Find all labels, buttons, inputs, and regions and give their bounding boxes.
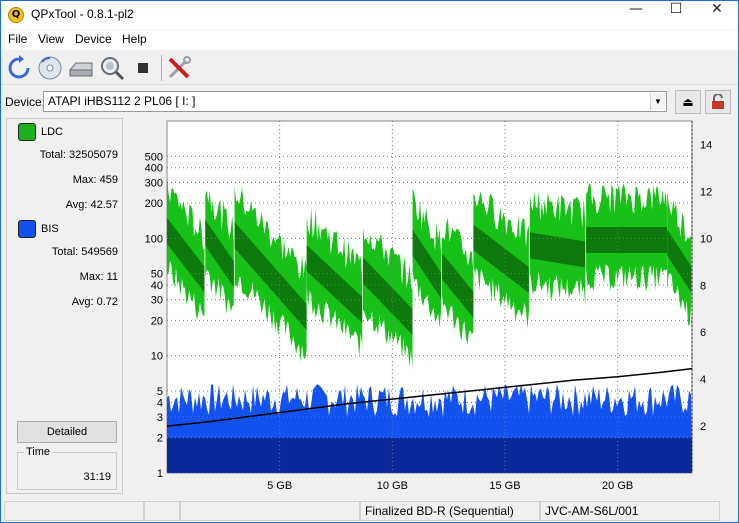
lock-button[interactable] bbox=[705, 90, 731, 114]
ldc-legend-label: LDC bbox=[41, 126, 64, 138]
status-cell-3 bbox=[180, 501, 360, 521]
settings-tools-icon[interactable] bbox=[165, 54, 193, 82]
time-value: 31:19 bbox=[83, 471, 111, 483]
bis-avg: Avg: 0.72 bbox=[72, 296, 118, 308]
bis-color-swatch bbox=[18, 220, 36, 238]
stats-panel: LDC Total: 32505079 Max: 459 Avg: 42.57 … bbox=[6, 118, 123, 494]
menu-view[interactable]: View bbox=[38, 32, 64, 46]
right-axis-tick-label: 10 bbox=[700, 233, 712, 245]
x-axis-tick-label: 15 GB bbox=[489, 480, 520, 492]
right-axis-tick-label: 6 bbox=[700, 327, 706, 339]
bis-total: Total: 549569 bbox=[52, 246, 118, 258]
ldc-max-label: Max: bbox=[72, 174, 97, 186]
left-axis-tick-label: 3 bbox=[157, 412, 163, 424]
status-disc-type: Finalized BD-R (Sequential) bbox=[360, 501, 540, 521]
ldc-max-value: 459 bbox=[99, 174, 118, 186]
ldc-avg: Avg: 42.57 bbox=[66, 199, 118, 211]
left-axis-tick-label: 40 bbox=[151, 280, 163, 292]
menu-bar: File View Device Help bbox=[1, 30, 738, 50]
right-axis-tick-label: 8 bbox=[700, 280, 706, 292]
time-box: Time 31:19 bbox=[17, 446, 117, 490]
refresh-icon[interactable] bbox=[5, 54, 33, 82]
ldc-total-label: Total: bbox=[39, 149, 66, 161]
disc-icon[interactable] bbox=[36, 54, 64, 82]
chevron-down-icon[interactable]: ▼ bbox=[650, 93, 665, 110]
bis-base-band bbox=[167, 437, 692, 473]
detailed-button[interactable]: Detailed bbox=[17, 421, 117, 443]
left-axis-tick-label: 10 bbox=[151, 351, 163, 363]
ldc-segment-core bbox=[586, 227, 668, 253]
time-label: Time bbox=[24, 446, 53, 458]
status-bar: Finalized BD-R (Sequential) JVC-AM-S6L/0… bbox=[1, 499, 738, 522]
ldc-avg-label: Avg: bbox=[65, 199, 88, 211]
left-axis-tick-label: 500 bbox=[145, 151, 163, 163]
title-bar[interactable]: Q QPxTool - 0.8.1-pl2 — ☐ ✕ bbox=[1, 1, 738, 29]
left-axis-tick-label: 5 bbox=[157, 386, 163, 398]
left-axis-tick-label: 2 bbox=[157, 433, 163, 445]
toolbar-separator bbox=[161, 55, 162, 81]
left-axis-tick-label: 50 bbox=[151, 269, 163, 281]
toolbar bbox=[1, 51, 738, 85]
status-cell-1 bbox=[4, 501, 144, 521]
left-axis-tick-label: 400 bbox=[145, 163, 163, 175]
status-cell-2 bbox=[144, 501, 180, 521]
x-axis-tick-label: 20 GB bbox=[602, 480, 633, 492]
ldc-total: Total: 32505079 bbox=[40, 149, 118, 161]
menu-help[interactable]: Help bbox=[122, 32, 147, 46]
ldc-avg-value: 42.57 bbox=[90, 199, 118, 211]
close-button[interactable]: ✕ bbox=[697, 1, 737, 29]
device-selected-value: ATAPI iHBS112 2 PL06 [ I: ] bbox=[48, 94, 196, 108]
left-axis-tick-label: 4 bbox=[157, 397, 163, 409]
bis-legend-label: BIS bbox=[41, 223, 59, 235]
app-logo-icon: Q bbox=[8, 7, 24, 23]
lock-icon bbox=[712, 93, 724, 109]
device-select[interactable]: ATAPI iHBS112 2 PL06 [ I: ] ▼ bbox=[43, 91, 667, 112]
ldc-color-swatch bbox=[18, 123, 36, 141]
bis-max: Max: 11 bbox=[80, 271, 118, 283]
maximize-button[interactable]: ☐ bbox=[656, 1, 696, 29]
menu-file[interactable]: File bbox=[8, 32, 27, 46]
left-axis-tick-label: 1 bbox=[157, 468, 163, 480]
left-axis-tick-label: 100 bbox=[145, 233, 163, 245]
eject-icon: ⏏ bbox=[682, 95, 694, 109]
minimize-button[interactable]: — bbox=[616, 1, 656, 29]
window-title: QPxTool - 0.8.1-pl2 bbox=[31, 7, 134, 21]
right-axis-tick-label: 14 bbox=[700, 139, 712, 151]
stop-icon[interactable] bbox=[129, 54, 157, 82]
left-axis-tick-label: 200 bbox=[145, 198, 163, 210]
bis-max-value: 11 bbox=[106, 271, 118, 283]
eject-button[interactable]: ⏏ bbox=[675, 90, 701, 114]
right-axis-tick-label: 2 bbox=[700, 421, 706, 433]
main-window: Q QPxTool - 0.8.1-pl2 — ☐ ✕ File View De… bbox=[0, 0, 739, 523]
scan-magnifier-icon[interactable] bbox=[98, 54, 126, 82]
x-axis-tick-label: 5 GB bbox=[267, 480, 292, 492]
scan-chart: 5004003002001005040302010543211412108642… bbox=[145, 120, 712, 492]
left-axis-tick-label: 300 bbox=[145, 177, 163, 189]
device-bar: Device: ATAPI iHBS112 2 PL06 [ I: ] ▼ ⏏ bbox=[1, 87, 738, 115]
bis-total-label: Total: bbox=[51, 246, 79, 258]
bis-total-value: 549569 bbox=[81, 246, 118, 258]
scan-chart-area: 500 400 300 200 100 50 40 30 20 10 5 4 3 2 1 14 12 10 8 6 4 2… bbox=[123, 118, 720, 494]
bis-max-label: Max: bbox=[79, 271, 104, 283]
menu-device[interactable]: Device bbox=[75, 32, 112, 46]
ldc-max: Max: 459 bbox=[73, 174, 118, 186]
bis-avg-value: 0.72 bbox=[96, 296, 118, 308]
left-axis-tick-label: 20 bbox=[151, 315, 163, 327]
status-media-id: JVC-AM-S6L/001 bbox=[540, 501, 720, 521]
left-axis-tick-label: 30 bbox=[151, 295, 163, 307]
x-axis-tick-label: 10 GB bbox=[377, 480, 408, 492]
right-axis-tick-label: 4 bbox=[700, 374, 706, 386]
ldc-total-value: 32505079 bbox=[69, 149, 118, 161]
bis-avg-label: Avg: bbox=[71, 296, 94, 308]
device-label: Device: bbox=[5, 95, 46, 109]
drive-icon[interactable] bbox=[67, 54, 95, 82]
right-axis-tick-label: 12 bbox=[700, 186, 712, 198]
